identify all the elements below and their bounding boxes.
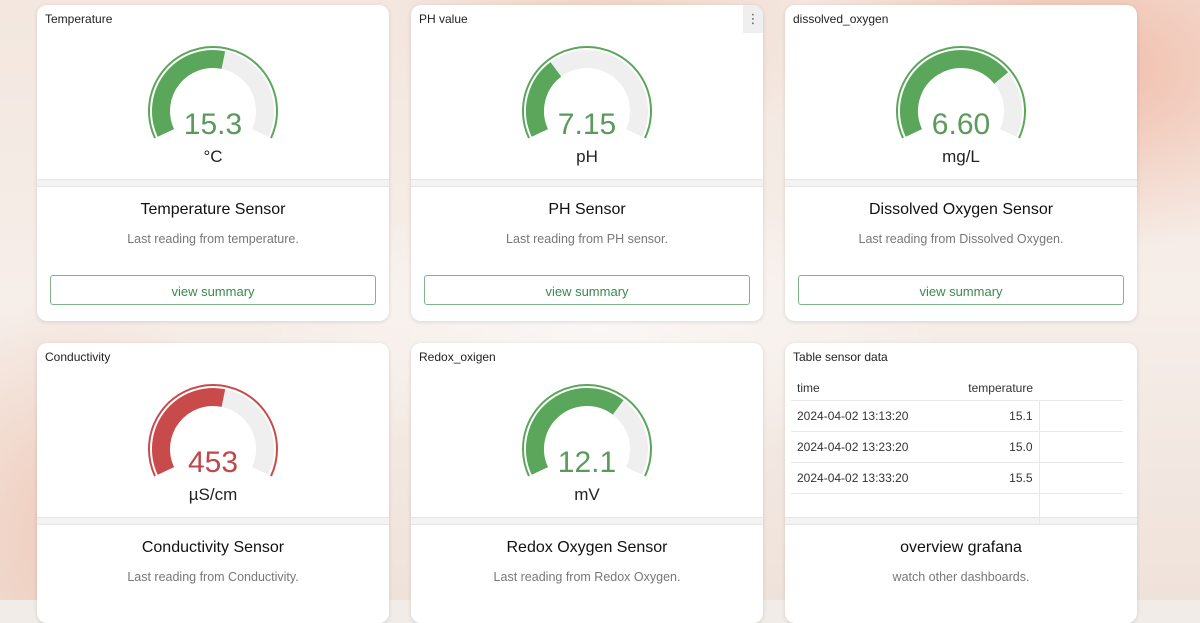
gauge-unit: µS/cm (189, 485, 238, 504)
gauge-value: 453 (188, 446, 238, 479)
divider (37, 518, 389, 525)
redox-gauge: 12.1 mV (522, 384, 652, 504)
column-header-temperature[interactable]: temperature (917, 376, 1039, 401)
table-row-partial (791, 493, 1123, 524)
cell-empty (1039, 400, 1123, 432)
gauge-value: 6.60 (932, 108, 990, 141)
cell-time: 2024-04-02 13:13:20 (791, 400, 917, 432)
gauge-value-arc (526, 62, 562, 137)
table-panel: Table sensor data time temperature 2024-… (785, 343, 1137, 524)
table-row: 2024-04-02 13:23:20 15.0 (791, 431, 1123, 463)
info-title: Temperature Sensor (140, 201, 286, 218)
cell-empty (791, 493, 917, 524)
panel-title: Table sensor data (793, 350, 888, 364)
cell-temperature: 15.1 (917, 400, 1040, 432)
gauge-unit: pH (576, 147, 598, 166)
ph-gauge-panel: PH value ⋮ 7.15 pH (411, 5, 763, 180)
panel-title: Conductivity (45, 350, 111, 364)
gauge-value: 12.1 (558, 446, 616, 479)
gauge-value: 15.3 (184, 108, 242, 141)
ph-card: PH value ⋮ 7.15 pH PH Sensor Last reading… (411, 5, 763, 321)
view-summary-button[interactable]: view summary (424, 275, 750, 305)
dissolved-oxygen-gauge: 6.60 mg/L (896, 46, 1026, 166)
info-subtitle: Last reading from Dissolved Oxygen. (858, 232, 1064, 246)
gauge-unit: mV (574, 485, 600, 504)
info-subtitle: watch other dashboards. (892, 570, 1030, 584)
panel-title: Temperature (45, 12, 113, 26)
info-subtitle: Last reading from temperature. (127, 232, 299, 246)
column-header-time[interactable]: time (791, 376, 917, 401)
gauge-value: 7.15 (558, 108, 616, 141)
temperature-card: Temperature 15.3 °C Temperature Sensor La… (37, 5, 389, 321)
divider (785, 180, 1137, 187)
conductivity-card: Conductivity 453 µS/cm Conductivity Senso… (37, 343, 389, 623)
view-summary-button[interactable]: view summary (50, 275, 376, 305)
view-summary-button[interactable]: view summary (798, 275, 1124, 305)
ph-gauge: 7.15 pH (522, 46, 652, 166)
conductivity-gauge: 453 µS/cm (148, 384, 278, 504)
cell-empty (1039, 431, 1123, 463)
info-subtitle: Last reading from PH sensor. (506, 232, 668, 246)
table-header-row: time temperature (791, 376, 1123, 401)
gauge-unit: °C (203, 147, 222, 166)
column-header-empty (1039, 376, 1123, 401)
temperature-gauge-panel: Temperature 15.3 °C (37, 5, 389, 180)
dissolved-oxygen-card: dissolved_oxygen 6.60 mg/L Dissolved Oxyg… (785, 5, 1137, 321)
divider (411, 518, 763, 525)
table-sensor-card: Table sensor data time temperature 2024-… (785, 343, 1137, 623)
info-title: Dissolved Oxygen Sensor (868, 201, 1054, 218)
cell-time: 2024-04-02 13:23:20 (791, 431, 917, 463)
info-subtitle: Last reading from Conductivity. (127, 570, 299, 584)
redox-gauge-panel: Redox_oxigen 12.1 mV (411, 343, 763, 518)
panel-menu-icon[interactable]: ⋮ (743, 5, 763, 33)
divider (411, 180, 763, 187)
redox-oxygen-card: Redox_oxigen 12.1 mV Redox Oxygen Sensor … (411, 343, 763, 623)
info-title: Conductivity Sensor (141, 539, 285, 556)
cell-time: 2024-04-02 13:33:20 (791, 462, 917, 494)
info-title: overview grafana (900, 539, 1022, 556)
info-title: PH Sensor (548, 201, 626, 218)
divider (37, 180, 389, 187)
sensor-data-table: time temperature 2024-04-02 13:13:20 15.… (791, 376, 1123, 524)
conductivity-gauge-panel: Conductivity 453 µS/cm (37, 343, 389, 518)
panel-title: Redox_oxigen (419, 350, 496, 364)
info-title: Redox Oxygen Sensor (506, 539, 668, 556)
panel-title: PH value (419, 12, 468, 26)
dissolved-oxygen-gauge-panel: dissolved_oxygen 6.60 mg/L (785, 5, 1137, 180)
gauge-unit: mg/L (942, 147, 980, 166)
table-row: 2024-04-02 13:13:20 15.1 (791, 400, 1123, 432)
cell-empty (1039, 493, 1123, 524)
info-subtitle: Last reading from Redox Oxygen. (493, 570, 681, 584)
cell-temperature: 15.0 (917, 431, 1040, 463)
table-row: 2024-04-02 13:33:20 15.5 (791, 462, 1123, 494)
cell-temperature: 15.5 (917, 462, 1040, 494)
panel-title: dissolved_oxygen (793, 12, 889, 26)
temperature-gauge: 15.3 °C (148, 46, 278, 166)
cell-empty (1039, 462, 1123, 494)
cell-empty (917, 493, 1040, 524)
